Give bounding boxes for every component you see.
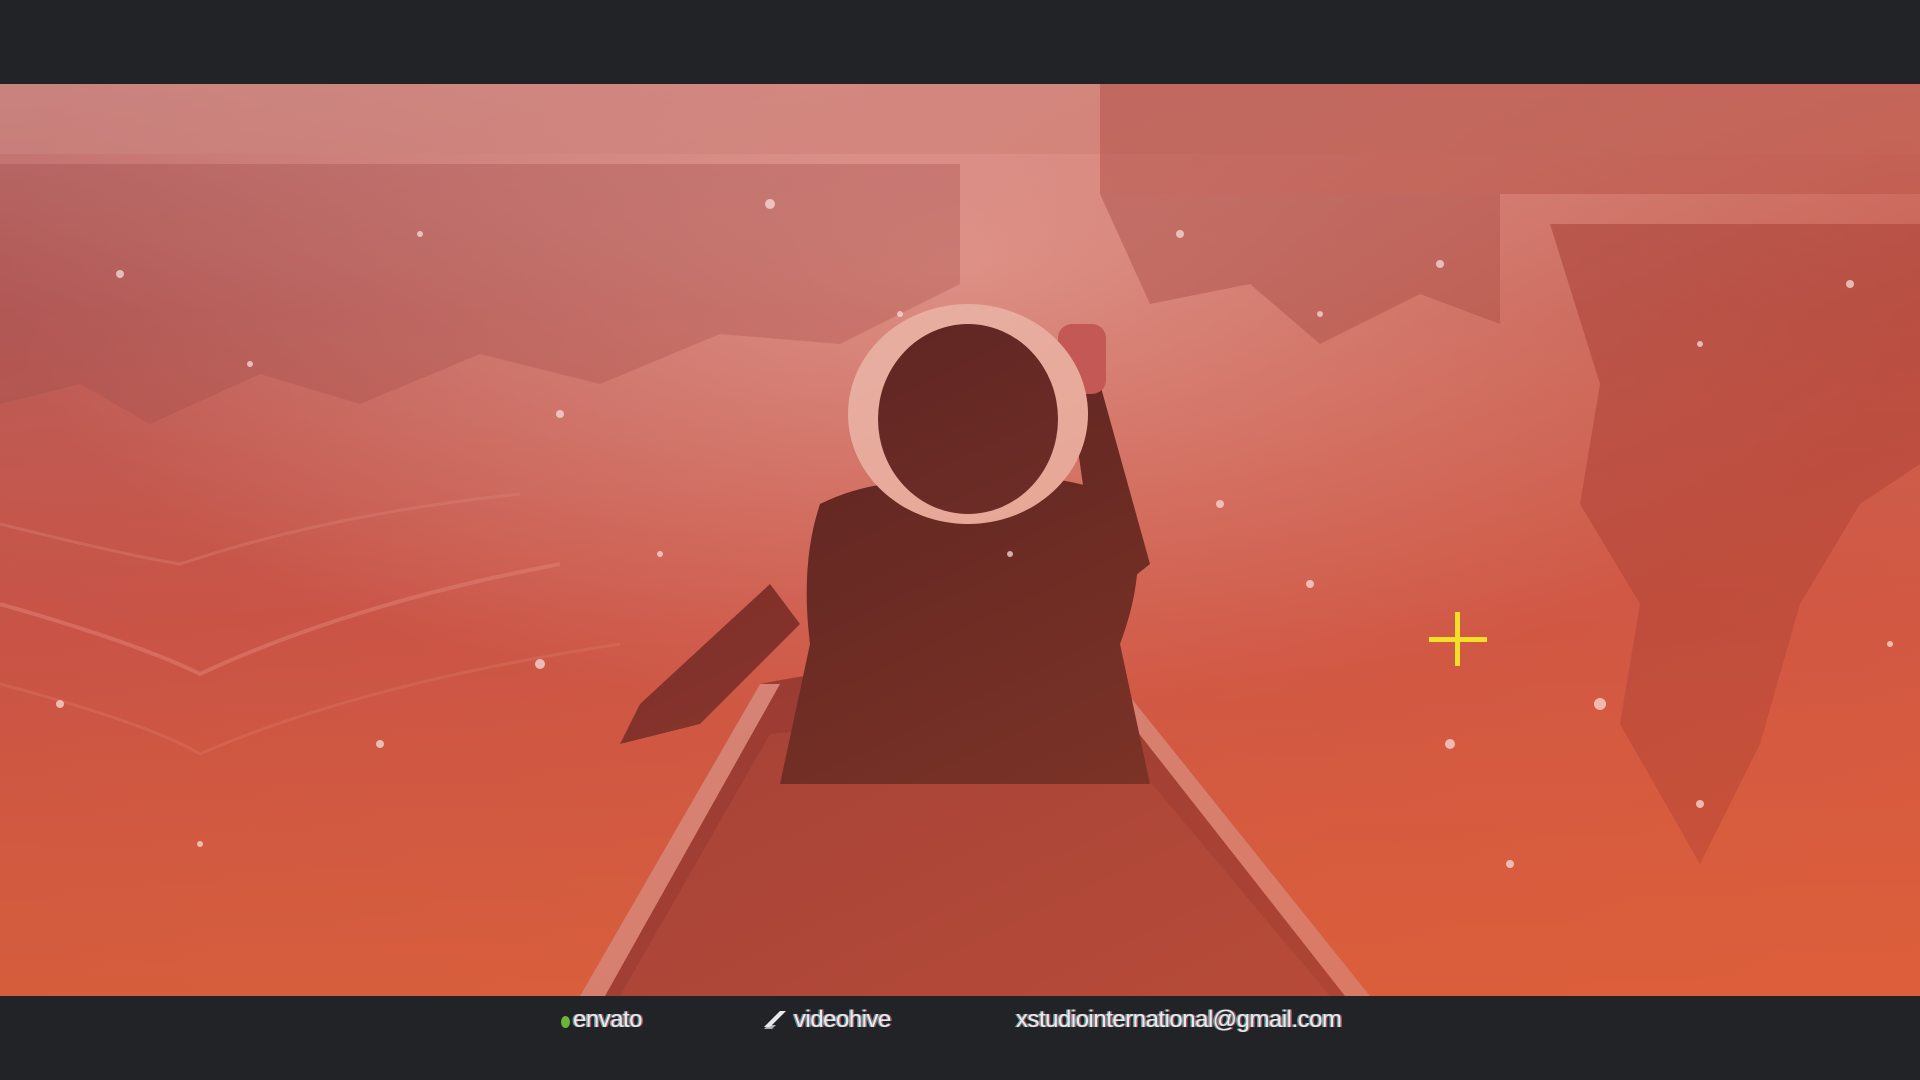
- letterbox-top: [0, 0, 1920, 84]
- envato-credit: envato: [561, 1006, 643, 1034]
- leaf-dot-icon: [561, 1016, 570, 1028]
- crosshair-icon: [1429, 612, 1487, 666]
- slash-mark-icon: [764, 1011, 786, 1029]
- letterbox-bottom: [0, 996, 1920, 1080]
- canoe-paddler-image: [0, 84, 1920, 996]
- envato-label: envato: [573, 1006, 643, 1033]
- video-frame: [0, 84, 1920, 996]
- videohive-credit: videohive: [762, 1006, 891, 1034]
- contact-email: xstudiointernational@gmail.com: [1016, 1006, 1342, 1033]
- videohive-label: videohive: [794, 1006, 891, 1033]
